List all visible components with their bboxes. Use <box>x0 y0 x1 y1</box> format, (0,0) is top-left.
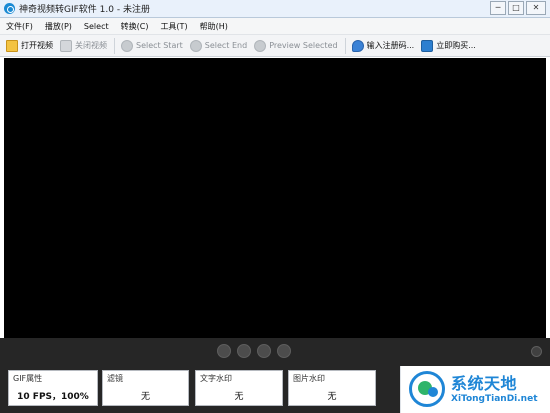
site-watermark-url: XiTongTianDi.net <box>451 394 538 404</box>
text-watermark-value: 无 <box>234 392 244 402</box>
buy-now-button[interactable]: 立即购买... <box>421 39 476 52</box>
previous-frame-icon[interactable] <box>237 344 251 358</box>
enter-code-label: 输入注册码... <box>366 41 415 50</box>
menu-tools[interactable]: 工具(T) <box>160 21 187 32</box>
close-button[interactable]: ✕ <box>526 1 546 15</box>
menu-select[interactable]: Select <box>84 22 109 31</box>
select-end-icon <box>189 39 202 52</box>
filter-label: 滤镜 <box>107 374 123 383</box>
image-watermark-panel[interactable]: 图片水印 无 <box>288 370 376 406</box>
menu-convert[interactable]: 转换(C) <box>121 21 149 32</box>
play-icon[interactable] <box>277 344 291 358</box>
window-controls: ─ □ ✕ <box>488 1 546 15</box>
video-preview[interactable] <box>4 58 546 338</box>
image-watermark-label: 图片水印 <box>293 374 325 383</box>
open-video-button[interactable]: 打开视频 <box>6 39 53 52</box>
close-video-label: 关闭视频 <box>75 41 107 50</box>
playback-controls <box>0 338 550 366</box>
menu-file[interactable]: 文件(F) <box>6 21 33 32</box>
volume-icon[interactable] <box>531 346 542 357</box>
close-video-icon <box>60 39 72 52</box>
gif-properties-value: 10 FPS，100% <box>17 392 89 402</box>
select-start-label: Select Start <box>136 41 183 50</box>
select-end-label: Select End <box>204 41 248 50</box>
preview-selected-button[interactable]: Preview Selected <box>254 39 338 52</box>
menu-help[interactable]: 帮助(H) <box>200 21 228 32</box>
menu-play[interactable]: 播放(P) <box>45 21 72 32</box>
text-watermark-label: 文字水印 <box>200 374 232 383</box>
select-end-button[interactable]: Select End <box>189 39 248 52</box>
filter-value: 无 <box>140 392 150 402</box>
preview-selected-label: Preview Selected <box>269 41 338 50</box>
toolbar: 打开视频 关闭视频 Select Start Select End Previe… <box>0 35 550 57</box>
stop-icon[interactable] <box>217 344 231 358</box>
toolbar-separator <box>114 37 115 54</box>
window-title: 神奇视频转GIF软件 1.0 - 未注册 <box>19 5 150 15</box>
image-watermark-value: 无 <box>327 392 337 402</box>
app-icon <box>4 3 15 14</box>
text-watermark-panel[interactable]: 文字水印 无 <box>195 370 283 406</box>
folder-icon <box>6 39 18 52</box>
preview-icon <box>254 39 267 52</box>
site-watermark-title: 系统天地 <box>451 374 518 393</box>
cart-icon <box>421 39 434 52</box>
minimize-button[interactable]: ─ <box>490 1 506 15</box>
close-video-button[interactable]: 关闭视频 <box>60 39 107 52</box>
filter-panel[interactable]: 滤镜 无 <box>102 370 189 406</box>
open-video-label: 打开视频 <box>21 41 53 50</box>
maximize-button[interactable]: □ <box>508 1 524 15</box>
site-watermark: 系统天地 XiTongTianDi.net <box>400 366 550 413</box>
buy-now-label: 立即购买... <box>436 41 476 50</box>
key-icon <box>351 39 364 52</box>
site-logo-icon <box>409 371 445 407</box>
next-frame-icon[interactable] <box>257 344 271 358</box>
toolbar-separator <box>344 37 346 54</box>
gif-properties-panel[interactable]: GIF属性 10 FPS，100% <box>8 370 98 406</box>
menu-bar: 文件(F) 播放(P) Select 转换(C) 工具(T) 帮助(H) <box>0 18 550 35</box>
title-bar: 神奇视频转GIF软件 1.0 - 未注册 ─ □ ✕ <box>0 0 550 18</box>
select-start-icon <box>121 39 133 52</box>
select-start-button[interactable]: Select Start <box>121 39 183 52</box>
enter-code-button[interactable]: 输入注册码... <box>351 39 415 52</box>
gif-properties-label: GIF属性 <box>13 374 43 383</box>
